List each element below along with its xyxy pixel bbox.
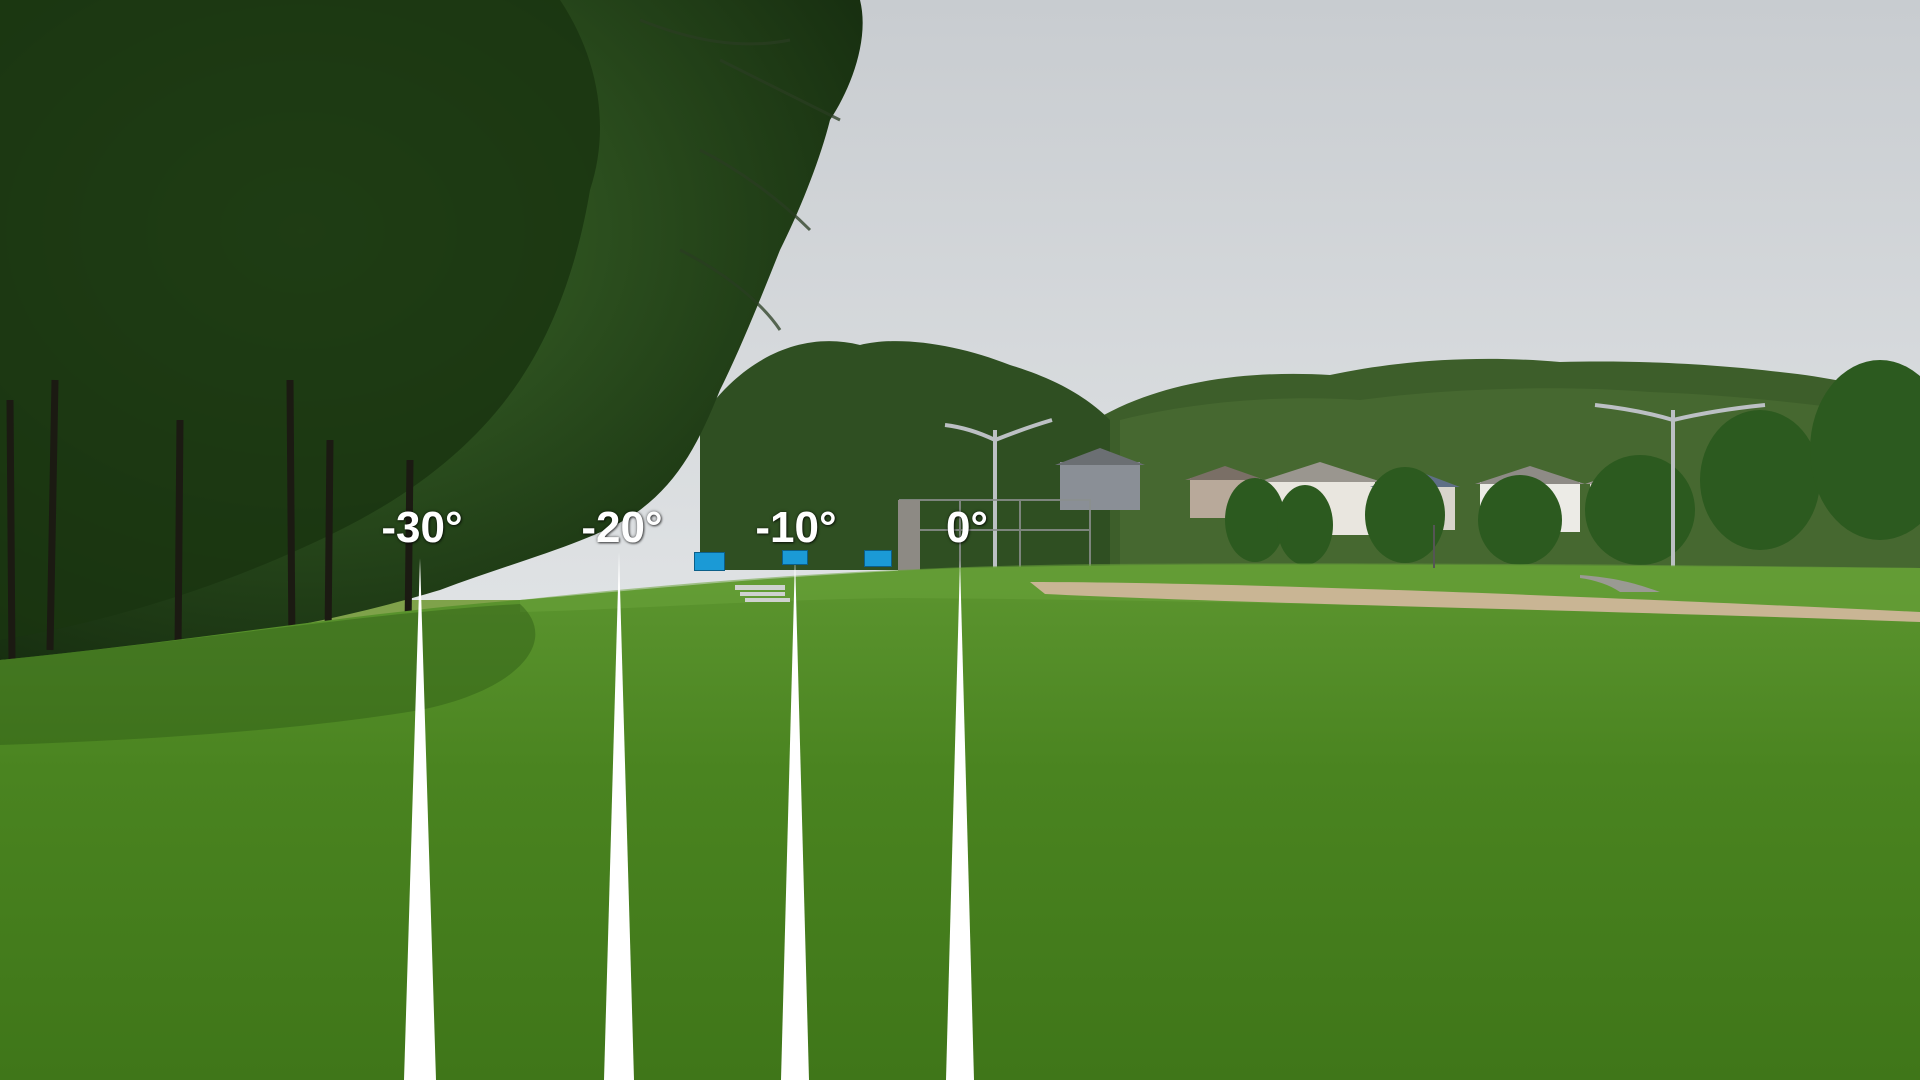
blue-marker-flag bbox=[864, 550, 892, 567]
angle-label-minus-10: -10° bbox=[755, 503, 837, 552]
angle-label-0: 0° bbox=[945, 503, 989, 552]
blue-marker-flag bbox=[782, 550, 808, 565]
angle-label-minus-30: -30° bbox=[381, 503, 463, 552]
park-scene: -30° -20° -10° 0° bbox=[0, 0, 1920, 1080]
angle-label-minus-20: -20° bbox=[581, 503, 663, 552]
blue-marker-flag bbox=[694, 552, 725, 571]
